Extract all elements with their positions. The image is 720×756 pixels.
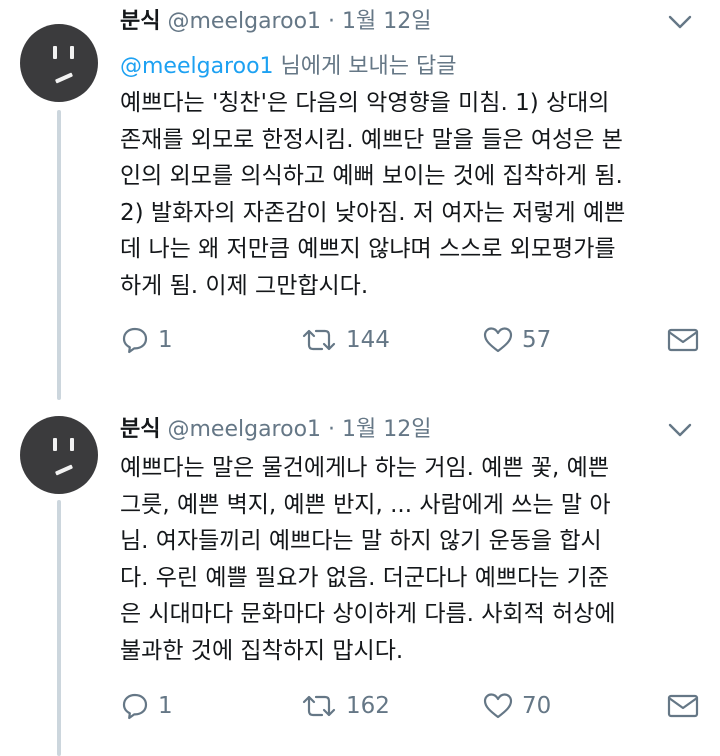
avatar[interactable]: [20, 24, 98, 102]
avatar[interactable]: [20, 416, 98, 494]
user-handle[interactable]: @meelgaroo1: [167, 417, 321, 442]
like-button[interactable]: 57: [482, 320, 551, 360]
reply-count: 1: [158, 693, 173, 719]
mail-icon: [666, 691, 700, 721]
user-handle[interactable]: @meelgaroo1: [167, 9, 321, 34]
tweet-date[interactable]: 1월 12일: [342, 417, 431, 442]
tweet-text: 예쁘다는 '칭찬'은 다음의 악영향을 미침. 1) 상대의 존재를 외모로 한…: [120, 90, 626, 299]
retweet-button[interactable]: 144: [300, 320, 390, 360]
tweet-actions: 1 162 70: [120, 686, 705, 726]
reply-icon: [120, 325, 150, 355]
reply-icon: [120, 691, 150, 721]
tweet-date[interactable]: 1월 12일: [342, 9, 431, 34]
retweet-button[interactable]: 162: [300, 686, 390, 726]
reply-to-line: @meelgaroo1 님에게 보내는 답글: [120, 49, 456, 85]
display-name[interactable]: 분식: [120, 9, 160, 34]
tweet-actions: 1 144 57: [120, 320, 705, 360]
retweet-icon: [300, 325, 338, 355]
like-count: 57: [522, 327, 552, 353]
direct-message-button[interactable]: [666, 686, 700, 726]
heart-icon: [482, 325, 514, 355]
like-count: 70: [522, 693, 552, 719]
tweet[interactable]: 분식 @meelgaroo1 · 1월 12일 @meelgaroo1 님에게 …: [0, 0, 720, 400]
display-name[interactable]: 분식: [120, 417, 160, 442]
tweet-header: 분식 @meelgaroo1 · 1월 12일: [120, 410, 432, 450]
direct-message-button[interactable]: [666, 320, 700, 360]
reply-button[interactable]: 1: [120, 686, 173, 726]
heart-icon: [482, 691, 514, 721]
chevron-down-icon[interactable]: [660, 2, 700, 42]
separator: ·: [328, 9, 336, 34]
mail-icon: [666, 325, 700, 355]
chevron-down-icon[interactable]: [660, 410, 700, 450]
tweet-header: 분식 @meelgaroo1 · 1월 12일: [120, 2, 432, 42]
reply-button[interactable]: 1: [120, 320, 173, 360]
retweet-count: 162: [346, 693, 390, 719]
reply-count: 1: [158, 327, 173, 353]
tweet-text: 예쁘다는 말은 물건에게나 하는 거임. 예쁜 꽃, 예쁜 그릇, 예쁜 벽지,…: [120, 455, 616, 664]
reply-to-suffix: 님에게 보내는 답글: [273, 54, 457, 79]
retweet-icon: [300, 691, 338, 721]
separator: ·: [328, 417, 336, 442]
reply-to-handle[interactable]: @meelgaroo1: [120, 54, 274, 79]
like-button[interactable]: 70: [482, 686, 551, 726]
tweet[interactable]: 분식 @meelgaroo1 · 1월 12일 예쁘다는 말은 물건에게나 하는…: [0, 400, 720, 756]
retweet-count: 144: [346, 327, 390, 353]
